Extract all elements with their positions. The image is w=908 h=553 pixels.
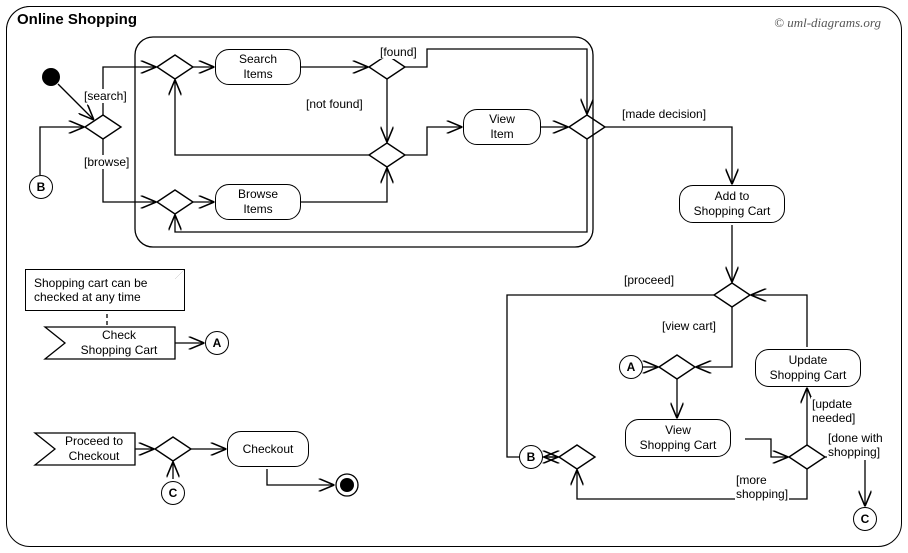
activity-search-items: Search Items	[215, 49, 301, 85]
activity-checkout: Checkout	[227, 431, 309, 467]
activity-add-to-cart: Add to Shopping Cart	[679, 185, 785, 223]
connector-c-out: C	[853, 507, 877, 531]
connector-a-out: A	[205, 331, 229, 355]
guard-more-shopping: [more shopping]	[735, 473, 789, 502]
guard-update-needed: [update needed]	[811, 397, 856, 426]
activity-update-cart: Update Shopping Cart	[755, 349, 861, 387]
activity-browse-items: Browse Items	[215, 184, 301, 220]
signal-check-cart: Check Shopping Cart	[65, 327, 173, 359]
guard-view-cart: [view cart]	[661, 319, 717, 333]
guard-found: [found]	[379, 45, 418, 59]
activity-view-item: View Item	[463, 109, 541, 145]
guard-made-decision: [made decision]	[621, 107, 707, 121]
guard-browse: [browse]	[83, 155, 130, 169]
note-cart-anytime: Shopping cart can be checked at any time	[25, 269, 185, 311]
activity-frame: Online Shopping © uml-diagrams.org	[6, 6, 902, 547]
guard-not-found: [not found]	[305, 97, 364, 111]
connector-a-in: A	[619, 355, 643, 379]
guard-search: [search]	[83, 89, 128, 103]
activity-view-cart: View Shopping Cart	[625, 419, 731, 457]
signal-proceed-checkout: Proceed to Checkout	[53, 433, 135, 465]
connector-b-in: B	[29, 175, 53, 199]
connector-c-in: C	[161, 481, 185, 505]
connector-b-out: B	[519, 445, 543, 469]
guard-done-shopping: [done with shopping]	[827, 431, 884, 460]
guard-proceed: [proceed]	[623, 273, 675, 287]
